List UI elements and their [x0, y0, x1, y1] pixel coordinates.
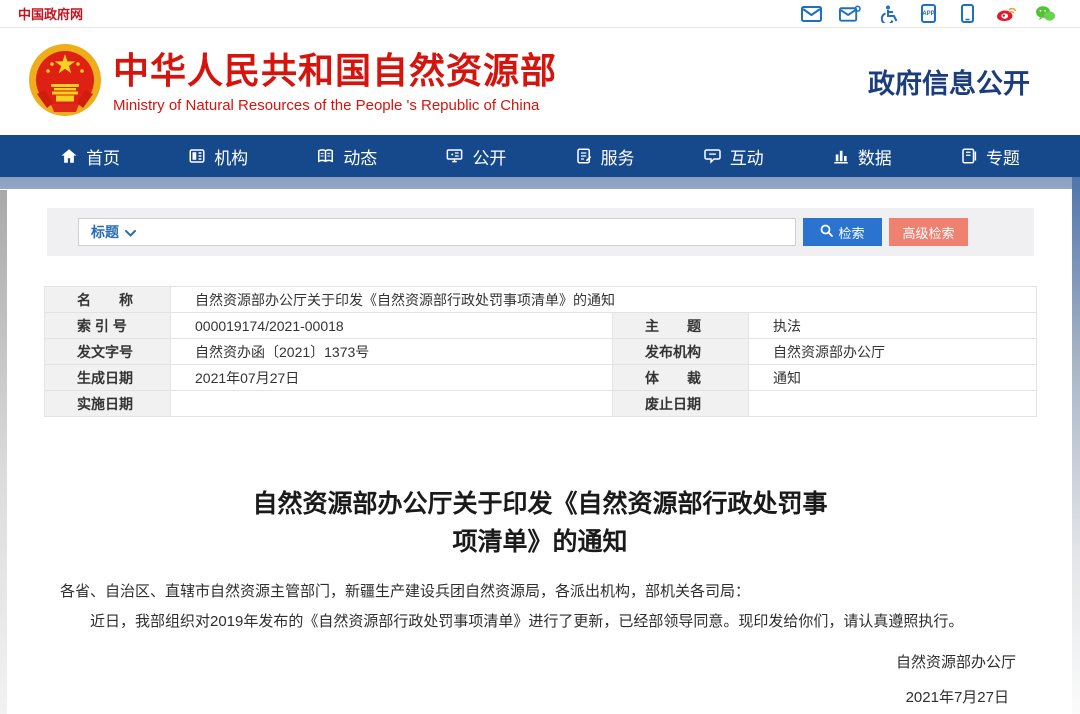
document-paragraph: 各省、自治区、直辖市自然资源主管部门，新疆生产建设兵团自然资源局，各派出机构，部… — [60, 577, 1020, 607]
nav-label: 动态 — [343, 144, 377, 169]
meta-name-label: 名 称 — [45, 287, 171, 313]
nav-item-home[interactable]: 首页 — [60, 144, 120, 169]
table-row: 索 引 号 000019174/2021-00018 主 题 执法 — [45, 313, 1037, 339]
mobile-icon[interactable] — [956, 5, 978, 23]
weibo-icon[interactable] — [995, 5, 1017, 23]
national-emblem-logo[interactable] — [25, 42, 105, 122]
nav-bottom-strip — [0, 177, 1080, 189]
data-icon — [832, 147, 850, 165]
meta-abolishdate-value — [749, 391, 1037, 417]
disclosure-icon — [445, 147, 464, 165]
meta-name-value: 自然资源部办公厅关于印发《自然资源部行政处罚事项清单》的通知 — [171, 287, 1037, 313]
search-button-label: 检索 — [838, 223, 864, 242]
app-download-icon[interactable]: APP — [917, 5, 939, 23]
advanced-search-button[interactable]: 高级检索 — [889, 218, 968, 246]
organization-icon — [188, 147, 206, 165]
table-row: 发文字号 自然资办函〔2021〕1373号 发布机构 自然资源部办公厅 — [45, 339, 1037, 365]
top-utility-bar: 中国政府网 APP — [0, 0, 1080, 28]
meta-impldate-value — [171, 391, 613, 417]
nav-label: 机构 — [214, 144, 248, 169]
ministry-titles: 中华人民共和国自然资源部 Ministry of Natural Resourc… — [113, 49, 557, 114]
document-meta-table: 名 称 自然资源部办公厅关于印发《自然资源部行政处罚事项清单》的通知 索 引 号… — [44, 286, 1037, 417]
home-icon — [60, 147, 78, 165]
meta-subject-label: 主 题 — [613, 313, 749, 339]
search-section: 标题 检索 高级检索 — [47, 208, 1034, 256]
gov-info-disclosure-title[interactable]: 政府信息公开 — [868, 62, 1030, 101]
nav-label: 互动 — [730, 144, 764, 169]
document-date: 2021年7月27日 — [0, 686, 1009, 707]
main-nav: 首页 机构 动态 公开 服务 互动 数据 专题 — [0, 135, 1080, 177]
table-row: 实施日期 废止日期 — [45, 391, 1037, 417]
meta-impldate-label: 实施日期 — [45, 391, 171, 417]
meta-docnum-value: 自然资办函〔2021〕1373号 — [171, 339, 613, 365]
nav-label: 首页 — [86, 144, 120, 169]
accessibility-icon[interactable] — [878, 5, 900, 23]
table-row: 生成日期 2021年07月27日 体 裁 通知 — [45, 365, 1037, 391]
search-icon — [820, 224, 833, 240]
meta-docnum-label: 发文字号 — [45, 339, 171, 365]
meta-subject-value: 执法 — [749, 313, 1037, 339]
document-body: 各省、自治区、直辖市自然资源主管部门，新疆生产建设兵团自然资源局，各派出机构，部… — [60, 577, 1020, 637]
right-edge-gradient — [1072, 177, 1080, 714]
meta-index-label: 索 引 号 — [45, 313, 171, 339]
meta-agency-value: 自然资源部办公厅 — [749, 339, 1037, 365]
search-input[interactable]: 标题 — [78, 218, 796, 246]
document-paragraph: 近日，我部组织对2019年发布的《自然资源部行政处罚事项清单》进行了更新，已经部… — [60, 607, 1020, 637]
nav-item-news[interactable]: 动态 — [316, 144, 377, 169]
document-signature: 自然资源部办公厅 — [0, 651, 1016, 672]
nav-item-organization[interactable]: 机构 — [188, 144, 248, 169]
meta-gendate-label: 生成日期 — [45, 365, 171, 391]
topbar-icons: APP — [800, 5, 1056, 23]
ministry-title-en: Ministry of Natural Resources of the Peo… — [113, 97, 557, 114]
chevron-down-icon — [125, 224, 136, 240]
interaction-icon — [703, 147, 722, 165]
ministry-title-cn: 中华人民共和国自然资源部 — [113, 49, 557, 93]
search-button[interactable]: 检索 — [803, 218, 882, 246]
gov-portal-link[interactable]: 中国政府网 — [18, 4, 83, 23]
advanced-search-label: 高级检索 — [902, 223, 954, 242]
news-icon — [316, 147, 335, 165]
nav-label: 专题 — [986, 144, 1020, 169]
mail-settings-icon[interactable] — [839, 5, 861, 23]
document-title-line1: 自然资源部办公厅关于印发《自然资源部行政处罚事 — [0, 485, 1080, 523]
meta-gendate-value: 2021年07月27日 — [171, 365, 613, 391]
meta-genre-value: 通知 — [749, 365, 1037, 391]
nav-item-data[interactable]: 数据 — [832, 144, 892, 169]
mail-icon[interactable] — [800, 5, 822, 23]
left-edge-gradient — [0, 190, 7, 714]
table-row: 名 称 自然资源部办公厅关于印发《自然资源部行政处罚事项清单》的通知 — [45, 287, 1037, 313]
nav-label: 公开 — [472, 144, 506, 169]
search-field-label: 标题 — [91, 222, 119, 242]
document-title: 自然资源部办公厅关于印发《自然资源部行政处罚事 项清单》的通知 — [0, 485, 1080, 561]
service-icon — [575, 147, 593, 165]
wechat-icon[interactable] — [1034, 5, 1056, 23]
meta-agency-label: 发布机构 — [613, 339, 749, 365]
topics-icon — [960, 147, 978, 165]
site-header: 中华人民共和国自然资源部 Ministry of Natural Resourc… — [0, 28, 1080, 135]
page: 中国政府网 APP — [0, 0, 1080, 714]
nav-item-disclosure[interactable]: 公开 — [445, 144, 506, 169]
nav-item-interaction[interactable]: 互动 — [703, 144, 764, 169]
nav-item-topics[interactable]: 专题 — [960, 144, 1020, 169]
meta-index-value: 000019174/2021-00018 — [171, 313, 613, 339]
svg-text:APP: APP — [922, 11, 934, 17]
search-field-selector[interactable]: 标题 — [91, 222, 136, 242]
nav-item-service[interactable]: 服务 — [575, 144, 635, 169]
document-title-line2: 项清单》的通知 — [0, 523, 1080, 561]
meta-abolishdate-label: 废止日期 — [613, 391, 749, 417]
nav-label: 数据 — [858, 144, 892, 169]
nav-label: 服务 — [601, 144, 635, 169]
meta-genre-label: 体 裁 — [613, 365, 749, 391]
